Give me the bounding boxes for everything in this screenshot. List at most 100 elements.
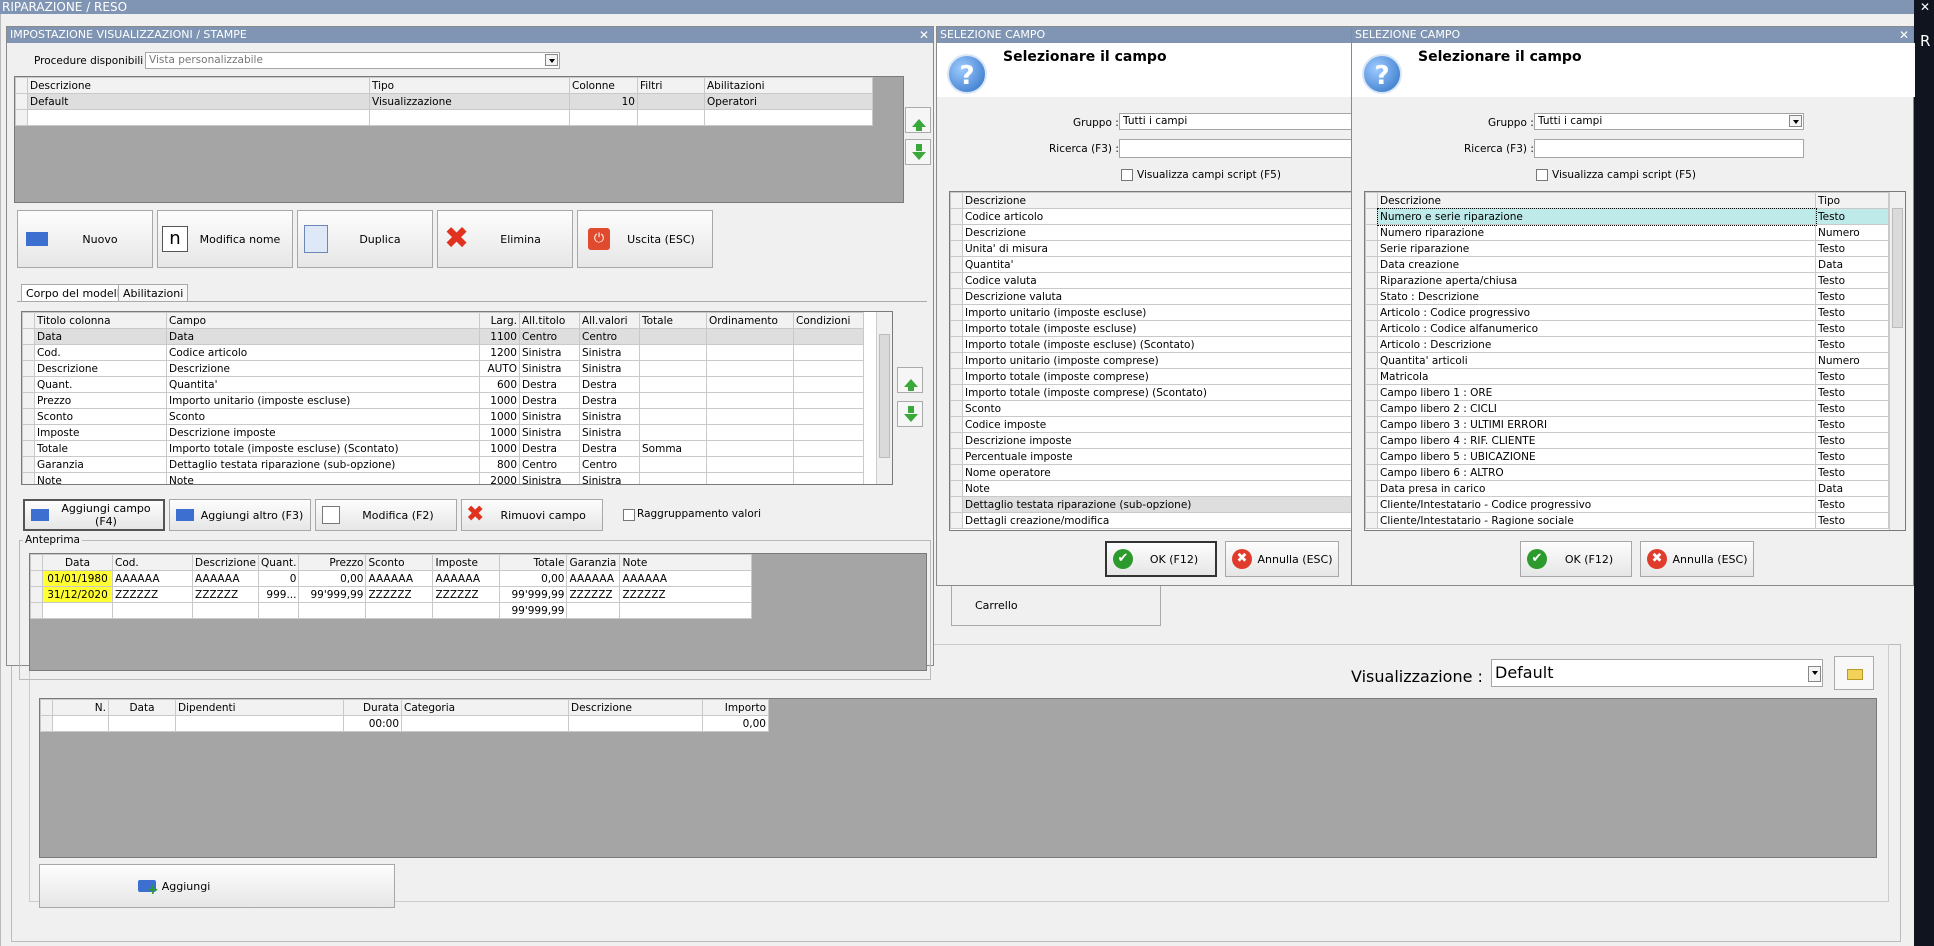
list-item[interactable]: Serie riparazione Testo bbox=[1365, 240, 1889, 257]
table-row[interactable]: Note Note 2000 Sinistra Sinistra bbox=[22, 472, 864, 484]
table-row[interactable]: Totale Importo totale (imposte escluse) (… bbox=[22, 440, 864, 457]
col-all-valori[interactable]: All.valori bbox=[579, 312, 640, 329]
list-item[interactable]: Riparazione aperta/chiusa Testo bbox=[1365, 272, 1889, 289]
chevron-down-icon[interactable] bbox=[1789, 115, 1802, 127]
main-close-icon[interactable]: ✕ bbox=[1920, 0, 1930, 14]
table-row[interactable]: Sconto Sconto 1000 Sinistra Sinistra bbox=[22, 408, 864, 425]
list-item[interactable]: Campo libero 6 : ALTRO Testo bbox=[1365, 464, 1889, 481]
table-row[interactable]: Imposte Descrizione imposte 1000 Sinistra Si… bbox=[22, 424, 864, 441]
script-checkbox[interactable] bbox=[1536, 169, 1548, 181]
list-item[interactable]: Codice articolo bbox=[950, 208, 1352, 225]
ricerca-input[interactable] bbox=[1534, 139, 1804, 158]
list-item[interactable]: Importo unitario (imposte comprese) bbox=[950, 352, 1352, 369]
chevron-down-icon[interactable] bbox=[545, 54, 558, 66]
list-item[interactable]: Descrizione bbox=[950, 224, 1352, 241]
folder-button[interactable] bbox=[1834, 656, 1874, 690]
move-up-arrow-icon[interactable] bbox=[905, 107, 931, 133]
aggiungi-campo-button[interactable]: Aggiungi campo (F4) bbox=[23, 499, 165, 531]
scrollbar-thumb[interactable] bbox=[879, 334, 890, 458]
list-item[interactable]: Quantita' bbox=[950, 256, 1352, 273]
aggiungi-button[interactable]: + Aggiungi bbox=[39, 864, 395, 908]
gruppo-select[interactable]: Tutti i campi bbox=[1119, 113, 1353, 130]
elimina-button[interactable]: ✖ Elimina bbox=[437, 210, 573, 268]
list-item[interactable]: Campo libero 3 : ULTIMI ERRORI Testo bbox=[1365, 416, 1889, 433]
carrello-button[interactable]: Carrello bbox=[951, 584, 1161, 626]
col-abilitazioni[interactable]: Abilitazioni bbox=[704, 77, 873, 94]
script-checkbox[interactable] bbox=[1121, 169, 1133, 181]
list-item[interactable]: Campo libero 5 : UBICAZIONE Testo bbox=[1365, 448, 1889, 465]
table-row[interactable]: Default Visualizzazione 10 Operatori bbox=[15, 93, 873, 110]
col-descrizione[interactable]: Descrizione bbox=[27, 77, 370, 94]
list-item[interactable]: Nome operatore bbox=[950, 464, 1352, 481]
col-campo[interactable]: Campo bbox=[166, 312, 480, 329]
modifica-nome-button[interactable]: n Modifica nome bbox=[157, 210, 293, 268]
list-item[interactable]: Matricola Testo bbox=[1365, 368, 1889, 385]
list-item[interactable]: Descrizione imposte bbox=[950, 432, 1352, 449]
table-row[interactable]: Cod. Codice articolo 1200 Sinistra Sinistra bbox=[22, 344, 864, 361]
list-item[interactable]: Dettagli creazione/modifica bbox=[950, 512, 1352, 529]
table-row[interactable]: Quant. Quantita' 600 Destra Destra bbox=[22, 376, 864, 393]
list-item[interactable]: Note bbox=[950, 480, 1352, 497]
move-down-arrow-icon[interactable] bbox=[905, 139, 931, 165]
list-item[interactable]: Descrizione valuta bbox=[950, 288, 1352, 305]
table-row[interactable]: Data Data 1100 Centro Centro bbox=[22, 328, 864, 345]
procedure-select[interactable]: Vista personalizzabile bbox=[145, 52, 560, 69]
gruppo-select[interactable]: Tutti i campi bbox=[1534, 113, 1804, 130]
col-ordinamento[interactable]: Ordinamento bbox=[706, 312, 794, 329]
table-row[interactable]: Descrizione Descrizione AUTO Sinistra Sinist… bbox=[22, 360, 864, 377]
raggruppamento-checkbox[interactable] bbox=[623, 509, 635, 521]
col-dipendenti[interactable]: Dipendenti bbox=[175, 699, 344, 716]
col-titolo-colonna[interactable]: Titolo colonna bbox=[34, 312, 167, 329]
col-descrizione[interactable]: Descrizione bbox=[962, 192, 1352, 209]
col-tipo[interactable]: Tipo bbox=[369, 77, 570, 94]
rimuovi-campo-button[interactable]: ✖ Rimuovi campo bbox=[461, 499, 603, 531]
list-item[interactable]: Importo totale (imposte escluse) bbox=[950, 320, 1352, 337]
list-item[interactable]: Codice valuta bbox=[950, 272, 1352, 289]
list-item[interactable]: Numero e serie riparazione Testo bbox=[1365, 207, 1889, 226]
nuovo-button[interactable]: Nuovo bbox=[17, 210, 153, 268]
visualizzazione-select[interactable]: Default bbox=[1491, 659, 1823, 687]
table-row[interactable]: Prezzo Importo unitario (imposte escluse)… bbox=[22, 392, 864, 409]
list-item[interactable]: Percentuale imposte bbox=[950, 448, 1352, 465]
column-up-arrow-icon[interactable] bbox=[897, 367, 923, 393]
table-row[interactable] bbox=[15, 109, 873, 126]
table-row[interactable]: Garanzia Dettaglio testata riparazione (s… bbox=[22, 456, 864, 473]
sel1-ok-button[interactable]: ✔ OK (F12) bbox=[1105, 541, 1217, 577]
columns-scrollbar[interactable] bbox=[876, 312, 892, 484]
list-item[interactable]: Importo totale (imposte escluse) (Sconta… bbox=[950, 336, 1352, 353]
ricerca-input[interactable] bbox=[1119, 139, 1353, 158]
list-item[interactable]: Codice imposte bbox=[950, 416, 1352, 433]
list-item[interactable]: Campo libero 2 : CICLI Testo bbox=[1365, 400, 1889, 417]
list-item[interactable]: Articolo : Codice alfanumerico Testo bbox=[1365, 320, 1889, 337]
column-down-arrow-icon[interactable] bbox=[897, 401, 923, 427]
sel2-scrollbar[interactable] bbox=[1889, 192, 1905, 530]
list-item[interactable]: Unita' di misura bbox=[950, 240, 1352, 257]
col-tipo[interactable]: Tipo bbox=[1815, 192, 1889, 209]
list-item[interactable]: Dettaglio testata riparazione (sub-opzio… bbox=[950, 496, 1352, 513]
col-filtri[interactable]: Filtri bbox=[637, 77, 705, 94]
uscita-button[interactable]: ⏻ Uscita (ESC) bbox=[577, 210, 713, 268]
settings-close-icon[interactable]: ✕ bbox=[919, 27, 929, 43]
col-importo[interactable]: Importo bbox=[702, 699, 769, 716]
list-item[interactable]: Sconto bbox=[950, 400, 1352, 417]
list-item[interactable]: Cliente/Intestatario - Codice progressiv… bbox=[1365, 496, 1889, 513]
list-item[interactable]: Data presa in carico Data bbox=[1365, 480, 1889, 497]
col-all-titolo[interactable]: All.titolo bbox=[519, 312, 580, 329]
col-descrizione[interactable]: Descrizione bbox=[1377, 192, 1816, 209]
list-item[interactable]: Articolo : Codice progressivo Testo bbox=[1365, 304, 1889, 321]
list-item[interactable]: Cliente/Intestatario - Ragione sociale Te… bbox=[1365, 512, 1889, 529]
col-data[interactable]: Data bbox=[108, 699, 176, 716]
col-colonne[interactable]: Colonne bbox=[569, 77, 638, 94]
col-totale[interactable]: Totale bbox=[639, 312, 707, 329]
sel1-annulla-button[interactable]: ✖ Annulla (ESC) bbox=[1225, 541, 1339, 577]
list-item[interactable]: Numero riparazione Numero bbox=[1365, 224, 1889, 241]
sel2-close-icon[interactable]: ✕ bbox=[1899, 27, 1909, 43]
duplica-button[interactable]: Duplica bbox=[297, 210, 433, 268]
list-item[interactable]: Importo totale (imposte comprese) (Scont… bbox=[950, 384, 1352, 401]
list-item[interactable]: Campo libero 4 : RIF. CLIENTE Testo bbox=[1365, 432, 1889, 449]
col-descrizione[interactable]: Descrizione bbox=[568, 699, 703, 716]
scrollbar-thumb[interactable] bbox=[1892, 208, 1903, 328]
aggiungi-altro-button[interactable]: Aggiungi altro (F3) bbox=[169, 499, 311, 531]
col-n[interactable]: N. bbox=[52, 699, 109, 716]
tab-abilitazioni[interactable]: Abilitazioni bbox=[118, 284, 189, 302]
